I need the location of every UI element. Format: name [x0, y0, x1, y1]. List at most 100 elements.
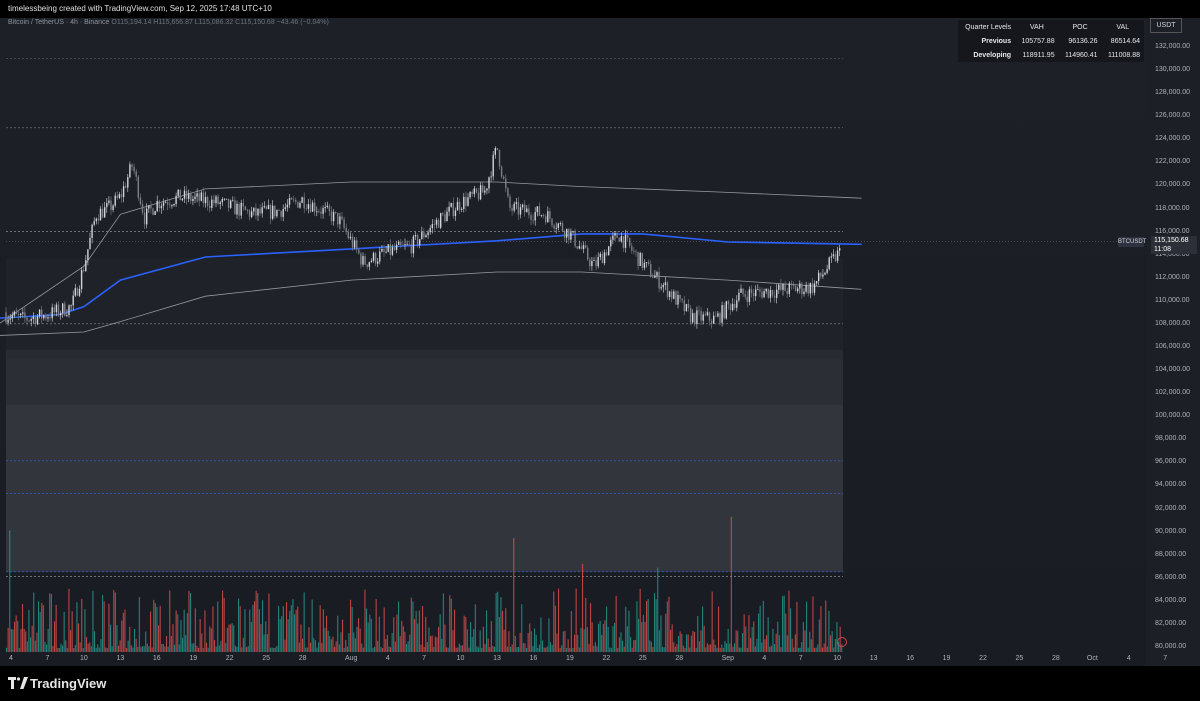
volume-bar	[534, 628, 536, 652]
volume-bar	[514, 635, 516, 652]
candle-up	[108, 200, 110, 204]
candle-down	[356, 240, 358, 250]
candle-up	[200, 192, 202, 201]
volume-bar	[294, 614, 296, 652]
last-price-label: 115,150.68 11:08	[1151, 236, 1197, 254]
time-tick-label: 7	[422, 655, 427, 662]
candle-down	[244, 206, 247, 211]
levels-cell: 96136.26	[1068, 37, 1098, 45]
price-chart[interactable]	[0, 18, 1146, 652]
candle-up	[414, 235, 417, 237]
volume-bar	[286, 602, 288, 652]
volume-bar	[642, 614, 644, 652]
candle-up	[240, 202, 242, 216]
candle-up	[769, 289, 772, 298]
price-tick-label: 94,000.00	[1155, 481, 1187, 489]
alert-clock-icon[interactable]	[837, 637, 847, 647]
volume-bar	[460, 645, 462, 652]
time-axis[interactable]: 4 7 10 13 16 19 22 25 28 Aug 4 7 10 13 16 19 22 25 28 Sep 4 7…	[0, 652, 1167, 666]
volume-bar	[94, 631, 96, 652]
time-tick-label: 28	[1051, 655, 1060, 662]
volume-bar	[404, 631, 406, 652]
volume-bar	[60, 643, 62, 652]
symbol-price-tag: BTCUSDT	[1118, 237, 1147, 247]
candle-down	[589, 259, 591, 267]
candle-up	[7, 319, 9, 323]
candle-up	[803, 291, 805, 295]
candle-down	[750, 289, 753, 293]
candle-down	[742, 288, 744, 295]
candle-up	[261, 207, 263, 214]
volume-bar	[556, 633, 558, 652]
price-axis[interactable]: 132,000.00 130,000.00 128,000.00 126,000.00…	[1146, 18, 1200, 666]
candle-up	[797, 288, 799, 292]
candle-up	[146, 208, 148, 225]
volume-bar	[498, 616, 500, 652]
candle-down	[704, 314, 706, 316]
volume-bar	[396, 614, 398, 652]
volume-bar	[353, 632, 355, 652]
symbol-legend[interactable]: Bitcoin / TetherUS · 4h · Binance O115,1…	[8, 19, 329, 26]
candle-up	[469, 191, 471, 198]
symbol-name[interactable]: Bitcoin / TetherUS · 4h · Binance	[8, 19, 109, 26]
volume-bar	[766, 635, 768, 652]
candle-down	[723, 305, 725, 319]
candle-up	[253, 207, 255, 212]
volume-bar	[63, 611, 65, 652]
candle-up	[490, 176, 492, 178]
volume-bar	[290, 605, 292, 652]
volume-bar	[191, 643, 193, 652]
volume-bar	[193, 643, 195, 652]
volume-bar	[590, 603, 592, 652]
volume-bar	[180, 620, 182, 652]
candle-up	[332, 211, 335, 222]
time-tick-label: 22	[225, 655, 234, 662]
candle-down	[358, 249, 360, 254]
candle-up	[654, 275, 656, 278]
candle-down	[635, 251, 637, 253]
quarter-levels-table: Quarter Levels VAH POC VAL Previous 1057…	[958, 20, 1144, 62]
candle-up	[578, 246, 580, 249]
candle-up	[757, 289, 759, 291]
volume-bar	[297, 606, 299, 652]
candle-down	[305, 208, 307, 210]
price-tick-label: 88,000.00	[1155, 550, 1187, 558]
candle-up	[284, 207, 286, 210]
volume-bar	[756, 638, 758, 652]
candle-down	[227, 198, 230, 208]
volume-bar	[690, 635, 692, 652]
volume-bar	[743, 614, 745, 652]
candle-down	[517, 202, 520, 215]
volume-bar	[524, 643, 526, 652]
volume-bar	[588, 644, 590, 652]
candle-down	[290, 198, 293, 200]
volume-bar	[583, 629, 585, 652]
volume-bar	[644, 621, 646, 652]
candle-down	[5, 312, 7, 323]
volume-bar	[386, 634, 388, 652]
candle-down	[820, 272, 822, 277]
volume-bar	[786, 635, 788, 652]
candle-up	[112, 205, 114, 210]
volume-bar	[646, 601, 648, 652]
volume-bar	[358, 618, 360, 652]
candle-down	[198, 193, 200, 201]
volume-bar	[658, 630, 660, 652]
volume-bar	[473, 628, 475, 652]
volume-bar	[326, 615, 328, 652]
currency-selector[interactable]: USDT	[1150, 18, 1182, 33]
volume-bar	[782, 596, 784, 652]
candle-down	[280, 210, 282, 217]
candle-up	[183, 190, 186, 199]
volume-bar	[150, 611, 152, 652]
candle-down	[320, 211, 322, 214]
candle-down	[641, 252, 643, 268]
candle-up	[93, 221, 95, 225]
candle-down	[710, 320, 713, 324]
volume-bar	[444, 624, 446, 652]
candle-down	[17, 314, 20, 316]
candle-down	[507, 188, 509, 197]
candle-down	[708, 312, 711, 321]
candle-down	[131, 164, 133, 167]
candle-down	[389, 244, 391, 255]
